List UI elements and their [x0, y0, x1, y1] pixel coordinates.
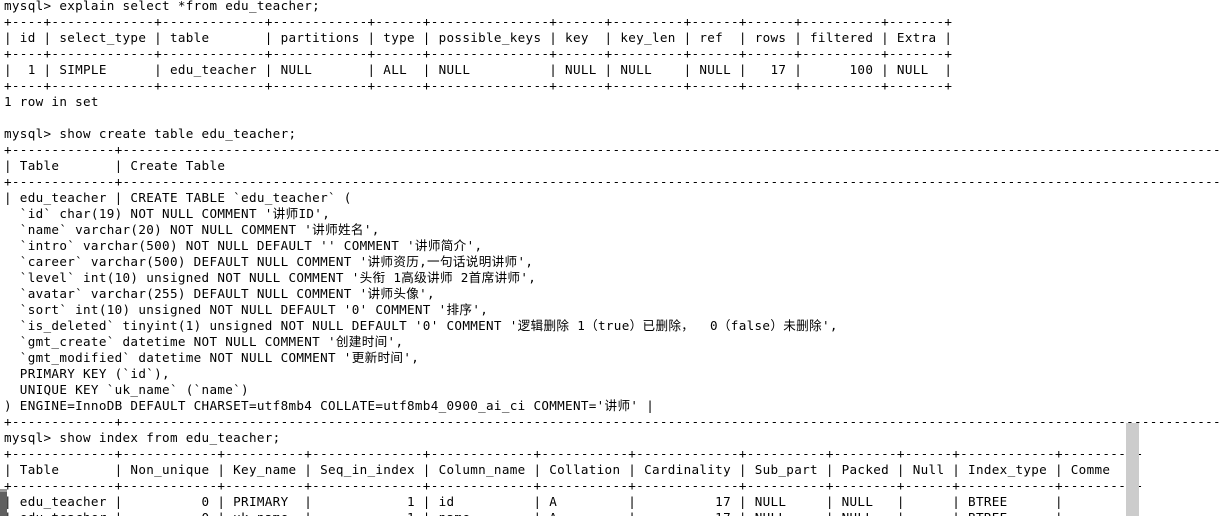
terminal-line: +----+-------------+-------------+------…	[4, 46, 953, 61]
terminal-line: +-------------+------------+----------+-…	[4, 478, 1142, 493]
terminal-line: `level` int(10) unsigned NOT NULL COMMEN…	[4, 270, 537, 285]
terminal-line: mysql> show index from edu_teacher;	[4, 430, 281, 445]
terminal-line: +----+-------------+-------------+------…	[4, 14, 953, 29]
terminal-line: 1 row in set	[4, 94, 99, 109]
terminal-line: `sort` int(10) unsigned NOT NULL DEFAULT…	[4, 302, 489, 317]
terminal-line: mysql> show create table edu_teacher;	[4, 126, 297, 141]
terminal-line: +-------------+-------------------------…	[4, 142, 1223, 157]
terminal-line: +----+-------------+-------------+------…	[4, 78, 953, 93]
terminal-line: ) ENGINE=InnoDB DEFAULT CHARSET=utf8mb4 …	[4, 398, 655, 413]
terminal-line: `id` char(19) NOT NULL COMMENT '讲师ID',	[4, 206, 331, 221]
terminal-screen: mysql> explain select *from edu_teacher;…	[0, 0, 1223, 516]
terminal-line: UNIQUE KEY `uk_name` (`name`)	[4, 382, 249, 397]
vertical-scrollbar[interactable]	[1126, 423, 1139, 516]
terminal-line: | Table | Non_unique | Key_name | Seq_in…	[4, 462, 1111, 477]
terminal-line: PRIMARY KEY (`id`),	[4, 366, 170, 381]
terminal-line: `is_deleted` tinyint(1) unsigned NOT NUL…	[4, 318, 838, 333]
horizontal-scrollbar-thumb[interactable]	[0, 489, 7, 516]
terminal-line: | edu_teacher | CREATE TABLE `edu_teache…	[4, 190, 352, 205]
terminal-line: +-------------+-------------------------…	[4, 174, 1223, 189]
terminal-line: `intro` varchar(500) NOT NULL DEFAULT ''…	[4, 238, 483, 253]
terminal-line: `name` varchar(20) NOT NULL COMMENT '讲师姓…	[4, 222, 380, 237]
terminal-line: `avatar` varchar(255) DEFAULT NULL COMME…	[4, 286, 435, 301]
horizontal-scrollbar-cap	[0, 489, 7, 492]
terminal-line: `gmt_create` datetime NOT NULL COMMENT '…	[4, 334, 404, 349]
terminal-line: | Table | Create Table |	[4, 158, 1223, 173]
terminal-line: | edu_teacher | 0 | PRIMARY | 1 | id | A…	[4, 494, 1063, 509]
terminal-line: `gmt_modified` datetime NOT NULL COMMENT…	[4, 350, 420, 365]
terminal-line: | id | select_type | table | partitions …	[4, 30, 953, 45]
terminal-line: mysql> explain select *from edu_teacher;	[4, 0, 321, 13]
terminal-line: +-------------+------------+----------+-…	[4, 446, 1142, 461]
terminal-line: +-------------+-------------------------…	[4, 414, 1223, 429]
terminal-line: | 1 | SIMPLE | edu_teacher | NULL | ALL …	[4, 62, 953, 77]
terminal-line: | edu_teacher | 0 | uk_name | 1 | name |…	[0, 510, 1223, 516]
terminal-output[interactable]: mysql> explain select *from edu_teacher;…	[0, 0, 1223, 516]
terminal-line: `career` varchar(500) DEFAULT NULL COMME…	[4, 254, 534, 269]
